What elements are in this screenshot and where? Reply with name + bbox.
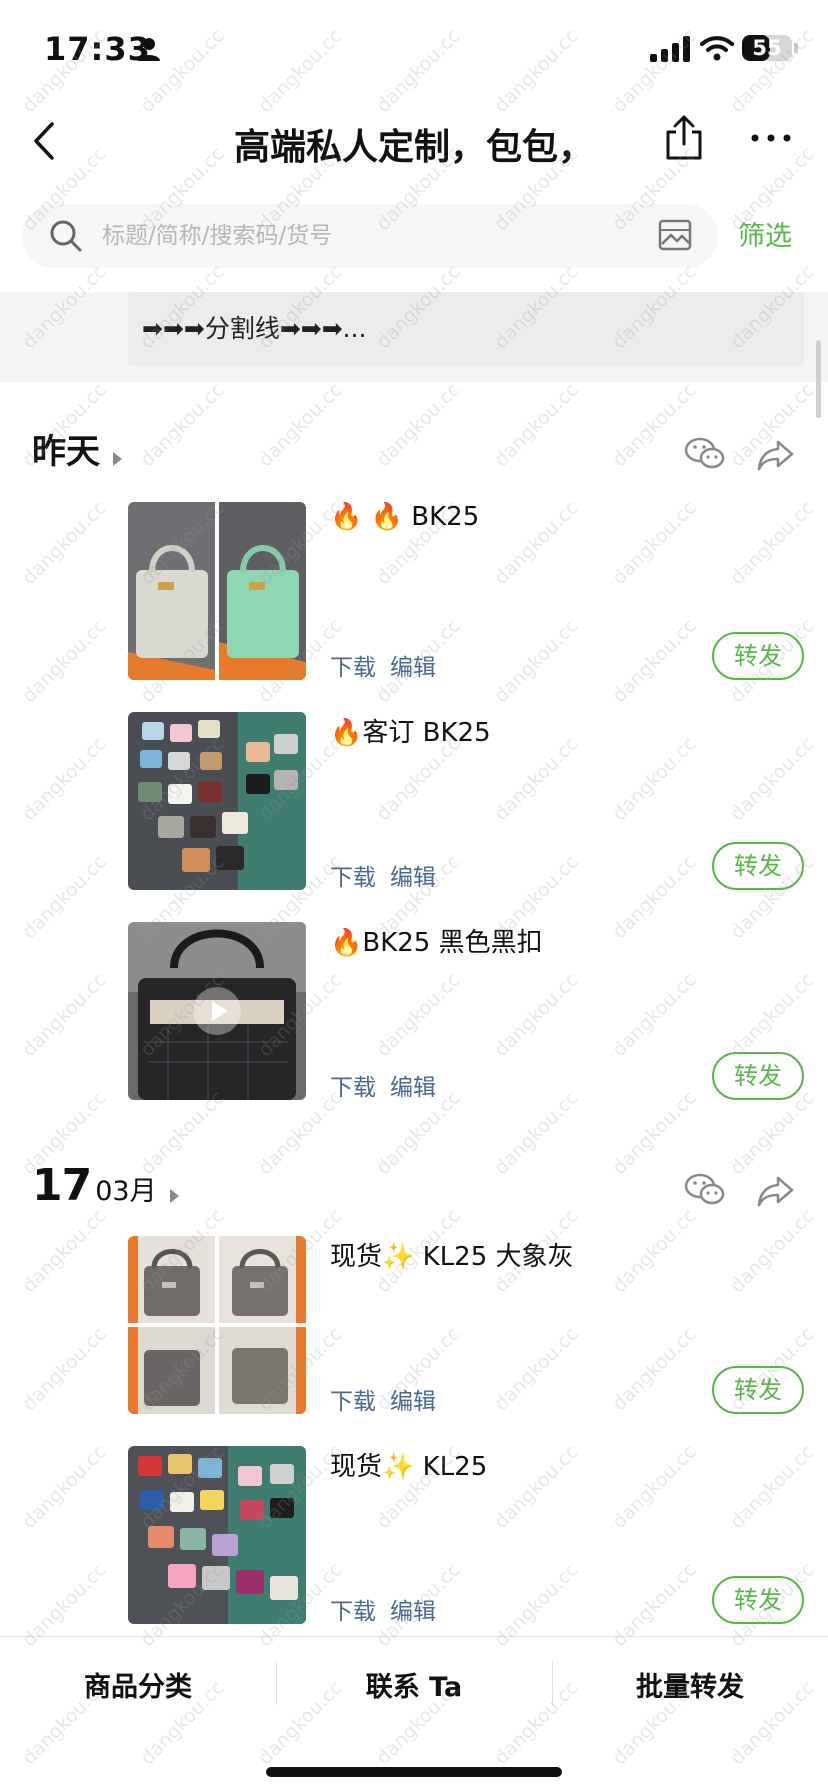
divider-post-text[interactable]: ➡➡➡分割线➡➡➡...	[128, 292, 804, 366]
bottom-tab-bar: 商品分类 联系 Ta 批量转发	[0, 1636, 828, 1792]
status-time: 17:33	[44, 30, 151, 68]
home-indicator	[266, 1767, 562, 1777]
image-search-icon[interactable]	[658, 218, 692, 252]
post-actions: 下载 编辑	[330, 648, 450, 682]
watermark-text: dangkou.cc	[18, 1440, 111, 1534]
share-icon[interactable]	[662, 114, 706, 162]
nav-bar: 高端私人定制，包包，	[0, 100, 828, 190]
play-icon[interactable]	[193, 987, 241, 1035]
post-thumbnail[interactable]	[128, 1236, 306, 1414]
tab-category[interactable]: 商品分类	[0, 1665, 276, 1704]
watermark-text: dangkou.cc	[490, 378, 583, 472]
post-actions: 下载 编辑	[330, 1068, 450, 1102]
watermark-text: dangkou.cc	[18, 968, 111, 1062]
download-link[interactable]: 下载	[330, 1075, 376, 1101]
repost-button[interactable]: 转发	[712, 842, 804, 890]
post-thumbnail[interactable]	[128, 712, 306, 890]
filter-button[interactable]: 筛选	[738, 214, 792, 253]
post-thumbnail[interactable]	[128, 502, 306, 680]
edit-link[interactable]: 编辑	[390, 1389, 436, 1415]
tab-contact[interactable]: 联系 Ta	[276, 1665, 552, 1704]
post-title: 🔥 🔥 BK25	[330, 502, 480, 532]
battery-icon: 55	[742, 35, 792, 61]
post-title: 现货✨ KL25	[330, 1452, 488, 1482]
wechat-icon[interactable]	[684, 1172, 726, 1208]
search-input[interactable]	[102, 216, 622, 256]
more-icon[interactable]	[750, 126, 792, 150]
day-label: 昨天	[32, 432, 100, 472]
divider-post: ➡➡➡分割线➡➡➡...	[0, 292, 828, 382]
download-link[interactable]: 下载	[330, 865, 376, 891]
day-month: 03月	[95, 1176, 157, 1207]
watermark-text: dangkou.cc	[18, 1322, 111, 1416]
download-link[interactable]: 下载	[330, 1389, 376, 1415]
forward-icon[interactable]	[756, 438, 796, 472]
battery-cap	[794, 43, 798, 53]
day-arrow-icon	[169, 1188, 179, 1203]
repost-button[interactable]: 转发	[712, 1052, 804, 1100]
post-actions: 下载 编辑	[330, 858, 450, 892]
day-number: 17	[32, 1160, 92, 1211]
post-title: 🔥BK25 黑色黑扣	[330, 928, 543, 958]
wechat-icon[interactable]	[684, 436, 726, 472]
page-title: 高端私人定制，包包，	[233, 127, 594, 168]
post-item[interactable]: 🔥客订 BK25 下载 编辑 转发	[128, 712, 804, 892]
repost-button[interactable]: 转发	[712, 1366, 804, 1414]
edit-link[interactable]: 编辑	[390, 655, 436, 681]
status-bar: 17:33 55	[0, 0, 828, 100]
repost-button[interactable]: 转发	[712, 632, 804, 680]
post-actions: 下载 编辑	[330, 1592, 450, 1626]
forward-icon[interactable]	[756, 1174, 796, 1208]
battery-level: 55	[752, 36, 782, 60]
tab-batch-repost[interactable]: 批量转发	[552, 1665, 828, 1704]
scroll-indicator[interactable]	[816, 340, 821, 418]
day-arrow-icon	[113, 451, 123, 466]
search-bar	[22, 204, 718, 268]
wifi-icon	[700, 36, 734, 61]
post-item[interactable]: 🔥BK25 黑色黑扣 下载 编辑 转发	[128, 922, 804, 1102]
day-header-date[interactable]: 17 03月	[32, 1160, 179, 1220]
watermark-text: dangkou.cc	[18, 496, 111, 590]
search-icon	[50, 220, 82, 252]
watermark-text: dangkou.cc	[372, 378, 465, 472]
watermark-text: dangkou.cc	[18, 850, 111, 944]
watermark-text: dangkou.cc	[254, 378, 347, 472]
signal-icon	[650, 36, 690, 62]
repost-button[interactable]: 转发	[712, 1576, 804, 1624]
watermark-text: dangkou.cc	[490, 1086, 583, 1180]
back-icon[interactable]	[26, 116, 66, 166]
watermark-text: dangkou.cc	[18, 614, 111, 708]
person-icon	[138, 38, 160, 61]
post-title: 现货✨ KL25 大象灰	[330, 1242, 574, 1272]
edit-link[interactable]: 编辑	[390, 1599, 436, 1625]
download-link[interactable]: 下载	[330, 655, 376, 681]
watermark-text: dangkou.cc	[136, 378, 229, 472]
post-item[interactable]: 现货✨ KL25 下载 编辑 转发	[128, 1446, 804, 1626]
edit-link[interactable]: 编辑	[390, 1075, 436, 1101]
post-actions: 下载 编辑	[330, 1382, 450, 1416]
post-thumbnail[interactable]	[128, 922, 306, 1100]
watermark-text: dangkou.cc	[18, 732, 111, 826]
watermark-text: dangkou.cc	[608, 1086, 701, 1180]
edit-link[interactable]: 编辑	[390, 865, 436, 891]
day-header-yesterday[interactable]: 昨天	[32, 424, 123, 484]
post-title: 🔥客订 BK25	[330, 718, 491, 748]
watermark-text: dangkou.cc	[726, 1086, 819, 1180]
post-item[interactable]: 🔥 🔥 BK25 下载 编辑 转发	[128, 502, 804, 682]
post-item[interactable]: 现货✨ KL25 大象灰 下载 编辑 转发	[128, 1236, 804, 1416]
download-link[interactable]: 下载	[330, 1599, 376, 1625]
post-thumbnail[interactable]	[128, 1446, 306, 1624]
